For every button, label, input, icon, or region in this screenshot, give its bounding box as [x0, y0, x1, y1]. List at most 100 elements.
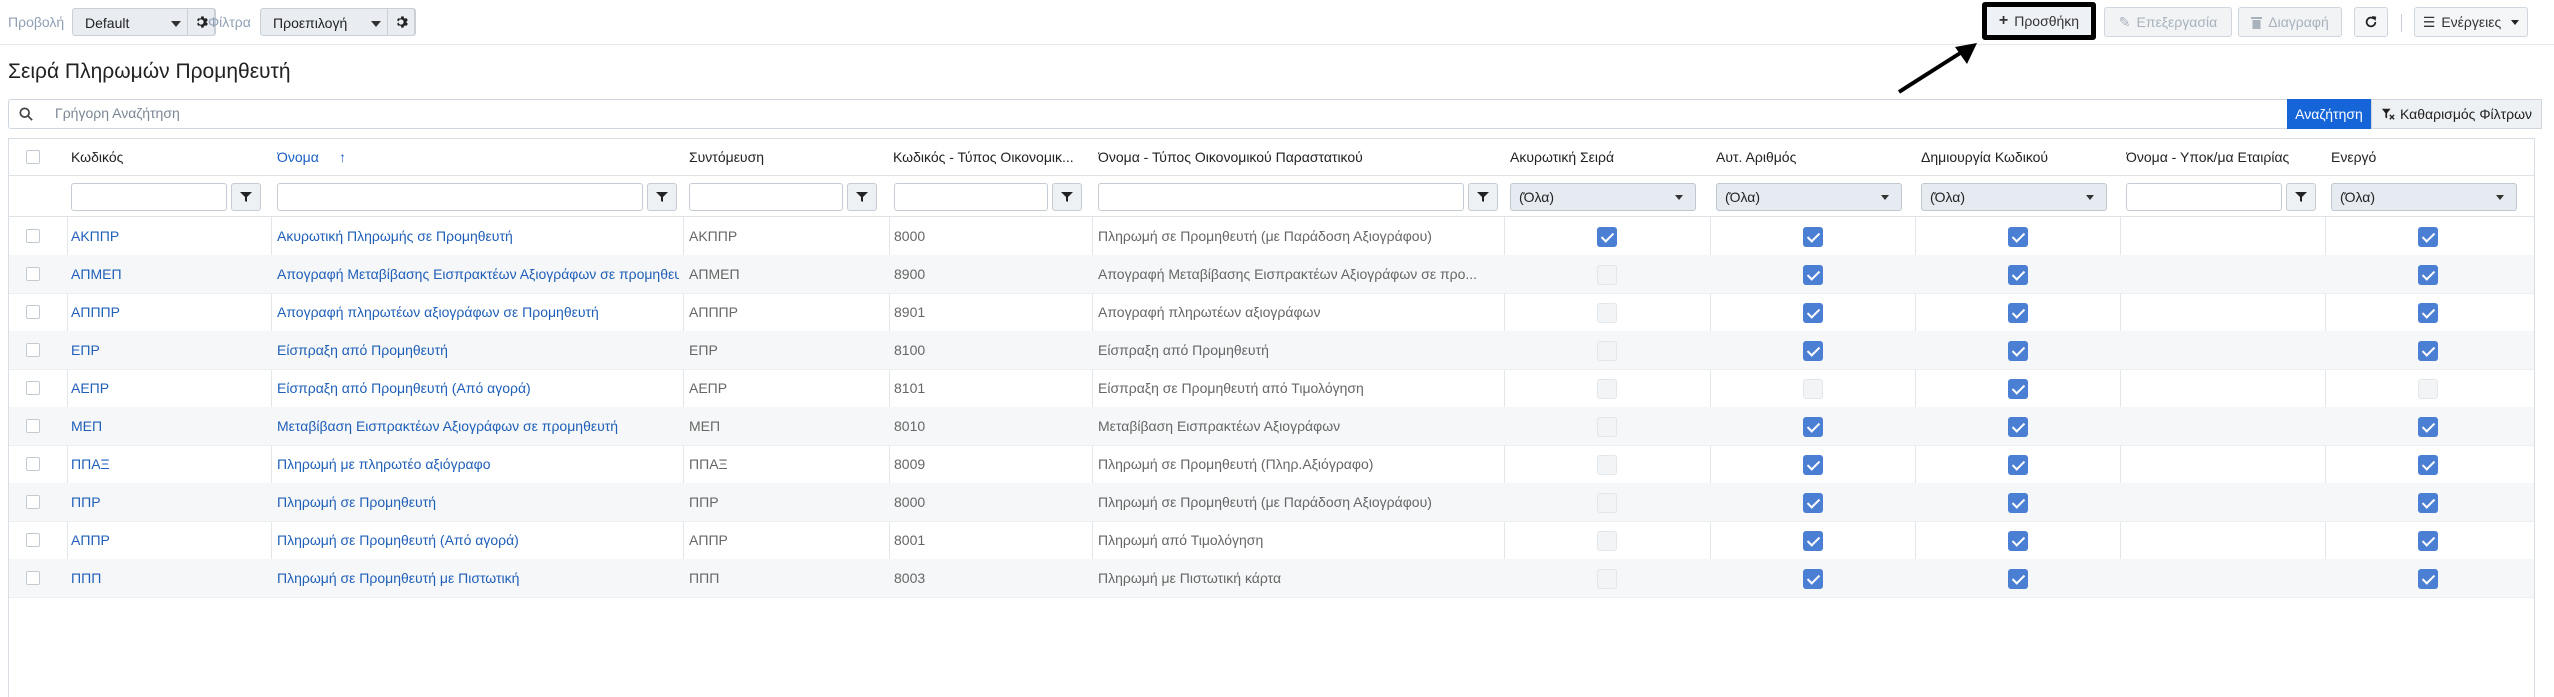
cell-doc-type-name: Πληρωμή σε Προμηθευτή (Πληρ.Αξιόγραφο)	[1098, 456, 1374, 472]
cell-code[interactable]: ΠΠΡ	[71, 494, 261, 510]
row-select-checkbox[interactable]	[26, 495, 40, 509]
refresh-button[interactable]	[2354, 7, 2388, 37]
cancel-series-checkbox	[1597, 303, 1617, 323]
cell-name[interactable]: Πληρωμή σε Προμηθευτή με Πιστωτική	[277, 570, 679, 586]
table-row[interactable]: ΠΠΑΞ Πληρωμή με πληρωτέο αξιόγραφο ΠΠΑΞ 800…	[9, 445, 2534, 484]
row-select-checkbox[interactable]	[26, 533, 40, 547]
select-all-checkbox[interactable]	[26, 150, 40, 164]
column-header-doc-type-code[interactable]: Κωδικός - Τύπος Οικονομικ...	[893, 149, 1087, 165]
view-select[interactable]: Default	[72, 8, 216, 36]
table-row[interactable]: ΑΕΠΡ Είσπραξη από Προμηθευτή (Από αγορά) Α…	[9, 369, 2534, 408]
cell-code[interactable]: ΑΠΜΕΠ	[71, 266, 261, 282]
filter-input-company-branch[interactable]	[2126, 183, 2282, 211]
cell-doc-type-name: Απογραφή Μεταβίβασης Εισπρακτέων Αξιογρά…	[1098, 266, 1478, 282]
cell-name[interactable]: Απογραφή πληρωτέων αξιογράφων σε Προμηθε…	[277, 304, 679, 320]
code-generation-checkbox	[2008, 341, 2028, 361]
cell-name[interactable]: Είσπραξη από Προμηθευτή	[277, 342, 679, 358]
column-header-code-generation[interactable]: Δημιουργία Κωδικού	[1921, 149, 2116, 165]
gear-icon	[197, 16, 208, 28]
cell-code[interactable]: ΜΕΠ	[71, 418, 261, 434]
cell-name[interactable]: Είσπραξη από Προμηθευτή (Από αγορά)	[277, 380, 679, 396]
auto-number-checkbox	[1803, 303, 1823, 323]
code-generation-checkbox	[2008, 227, 2028, 247]
add-button[interactable]: + Προσθήκη	[1982, 2, 2096, 40]
column-header-active[interactable]: Ενεργό	[2331, 149, 2526, 165]
cell-name[interactable]: Απογραφή Μεταβίβασης Εισπρακτέων Αξιογρά…	[277, 266, 679, 282]
grid-header-row: Κωδικός Όνομα ↑ Συντόμευση Κωδικός - Τύπ…	[9, 139, 2534, 176]
cell-code[interactable]: ΑΕΠΡ	[71, 380, 261, 396]
filter-input-name[interactable]	[277, 183, 643, 211]
table-row[interactable]: ΕΠΡ Είσπραξη από Προμηθευτή ΕΠΡ 8100 Είσπραξ…	[9, 331, 2534, 370]
sort-asc-icon[interactable]: ↑	[339, 149, 346, 165]
row-select-checkbox[interactable]	[26, 419, 40, 433]
search-button[interactable]: Αναζήτηση	[2287, 99, 2371, 129]
top-toolbar: Προβολή Default Φίλτρα Προεπιλογή + Προσ…	[0, 0, 2554, 45]
filter-button-doc-type-name[interactable]	[1468, 183, 1498, 211]
cell-code[interactable]: ΕΠΡ	[71, 342, 261, 358]
table-row[interactable]: ΠΠΡ Πληρωμή σε Προμηθευτή ΠΠΡ 8000 Πληρωμή σ…	[9, 483, 2534, 522]
table-row[interactable]: ΜΕΠ Μεταβίβαση Εισπρακτέων Αξιογράφων σε …	[9, 407, 2534, 446]
filter-button-company-branch[interactable]	[2286, 183, 2316, 211]
table-row[interactable]: ΑΚΠΠΡ Ακυρωτική Πληρωμής σε Προμηθευτή ΑΚΠ…	[9, 217, 2534, 256]
table-row[interactable]: ΑΠΠΠΡ Απογραφή πληρωτέων αξιογράφων σε Πρ…	[9, 293, 2534, 332]
filters-select-value: Προεπιλογή	[273, 15, 348, 31]
row-select-checkbox[interactable]	[26, 305, 40, 319]
filter-input-doc-type-name[interactable]	[1098, 183, 1464, 211]
row-select-checkbox[interactable]	[26, 343, 40, 357]
filter-select-auto-number[interactable]: (Όλα)	[1716, 183, 1902, 211]
filters-settings-button[interactable]	[387, 8, 415, 36]
column-header-auto-number[interactable]: Αυτ. Αριθμός	[1716, 149, 1911, 165]
filter-button-doc-type-code[interactable]	[1052, 183, 1082, 211]
filters-select[interactable]: Προεπιλογή	[260, 8, 416, 36]
column-header-shortcut[interactable]: Συντόμευση	[689, 149, 879, 165]
filter-button-name[interactable]	[647, 183, 677, 211]
column-header-name[interactable]: Όνομα	[277, 149, 377, 165]
filter-button-code[interactable]	[231, 183, 261, 211]
auto-number-checkbox	[1803, 265, 1823, 285]
clear-filters-button[interactable]: Καθαρισμός Φίλτρων	[2371, 99, 2542, 129]
edit-button[interactable]: ✎ Επεξεργασία	[2104, 7, 2232, 37]
row-select-checkbox[interactable]	[26, 229, 40, 243]
row-select-checkbox[interactable]	[26, 457, 40, 471]
cell-code[interactable]: ΑΠΠΠΡ	[71, 304, 261, 320]
cell-name[interactable]: Μεταβίβαση Εισπρακτέων Αξιογράφων σε προ…	[277, 418, 679, 434]
cell-doc-type-code: 8101	[894, 380, 926, 396]
filter-button-shortcut[interactable]	[847, 183, 877, 211]
row-select-checkbox[interactable]	[26, 267, 40, 281]
cell-name[interactable]: Πληρωμή σε Προμηθευτή	[277, 494, 679, 510]
chevron-down-icon	[2496, 195, 2504, 200]
cell-name[interactable]: Ακυρωτική Πληρωμής σε Προμηθευτή	[277, 228, 679, 244]
filter-select-active[interactable]: (Όλα)	[2331, 183, 2517, 211]
row-select-checkbox[interactable]	[26, 571, 40, 585]
actions-menu-button[interactable]: ☰ Ενέργειες	[2414, 7, 2528, 37]
column-header-cancel-series[interactable]: Ακυρωτική Σειρά	[1510, 149, 1705, 165]
cell-doc-type-name: Είσπραξη σε Προμηθευτή από Τιμολόγηση	[1098, 380, 1364, 396]
column-header-doc-type-name[interactable]: Όνομα - Τύπος Οικονομικού Παραστατικού	[1098, 149, 1498, 165]
table-row[interactable]: ΠΠΠ Πληρωμή σε Προμηθευτή με Πιστωτική ΠΠΠ…	[9, 559, 2534, 598]
cell-code[interactable]: ΑΠΠΡ	[71, 532, 261, 548]
cell-code[interactable]: ΑΚΠΠΡ	[71, 228, 261, 244]
row-select-checkbox[interactable]	[26, 381, 40, 395]
column-header-code[interactable]: Κωδικός	[71, 149, 261, 165]
filter-select-value: (Όλα)	[2340, 189, 2376, 205]
column-header-company-branch[interactable]: Όνομα - Υποκ/μα Εταιρίας	[2126, 149, 2321, 165]
cell-doc-type-code: 8900	[894, 266, 926, 282]
filter-input-code[interactable]	[71, 183, 227, 211]
filter-select-cancel-series[interactable]: (Όλα)	[1510, 183, 1696, 211]
table-row[interactable]: ΑΠΜΕΠ Απογραφή Μεταβίβασης Εισπρακτέων Αξ…	[9, 255, 2534, 294]
filter-select-value: (Όλα)	[1725, 189, 1761, 205]
cell-name[interactable]: Πληρωμή με πληρωτέο αξιόγραφο	[277, 456, 679, 472]
chevron-down-icon	[371, 21, 381, 27]
filter-select-code-generation[interactable]: (Όλα)	[1921, 183, 2107, 211]
quick-search-input[interactable]	[53, 104, 2237, 122]
table-row[interactable]: ΑΠΠΡ Πληρωμή σε Προμηθευτή (Από αγορά) ΑΠΠ…	[9, 521, 2534, 560]
filter-input-shortcut[interactable]	[689, 183, 843, 211]
cell-name[interactable]: Πληρωμή σε Προμηθευτή (Από αγορά)	[277, 532, 679, 548]
cell-code[interactable]: ΠΠΑΞ	[71, 456, 261, 472]
auto-number-checkbox	[1803, 531, 1823, 551]
cell-code[interactable]: ΠΠΠ	[71, 570, 261, 586]
delete-button[interactable]: Διαγραφή	[2238, 7, 2342, 37]
filter-input-doc-type-code[interactable]	[894, 183, 1048, 211]
code-generation-checkbox	[2008, 417, 2028, 437]
pencil-icon: ✎	[2118, 13, 2131, 30]
